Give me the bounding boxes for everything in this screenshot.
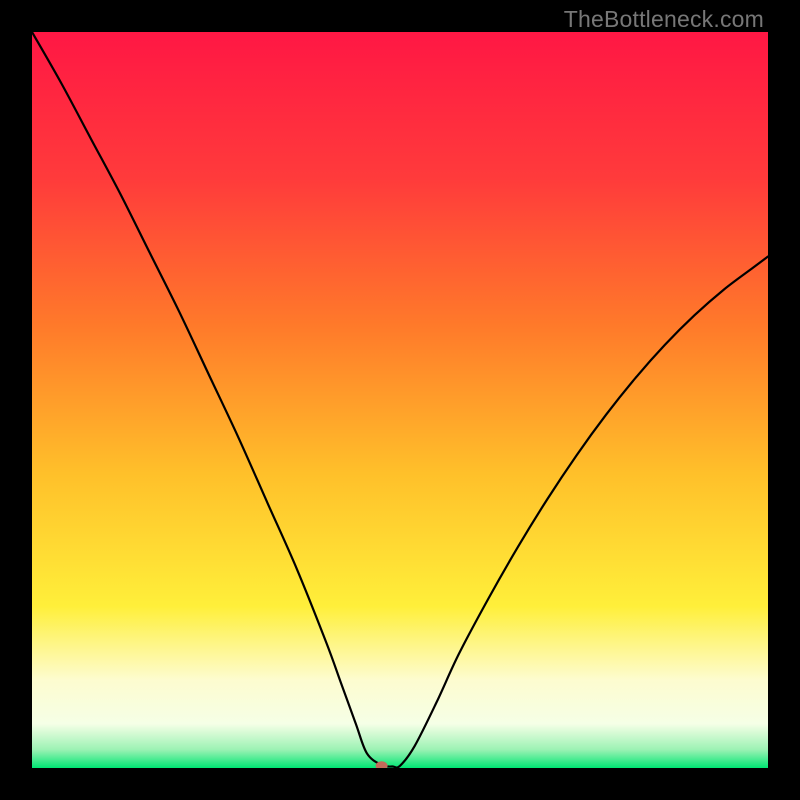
gradient-rect bbox=[32, 32, 768, 768]
watermark-label: TheBottleneck.com bbox=[564, 6, 764, 33]
chart-frame: TheBottleneck.com bbox=[0, 0, 800, 800]
chart-plot bbox=[32, 32, 768, 768]
